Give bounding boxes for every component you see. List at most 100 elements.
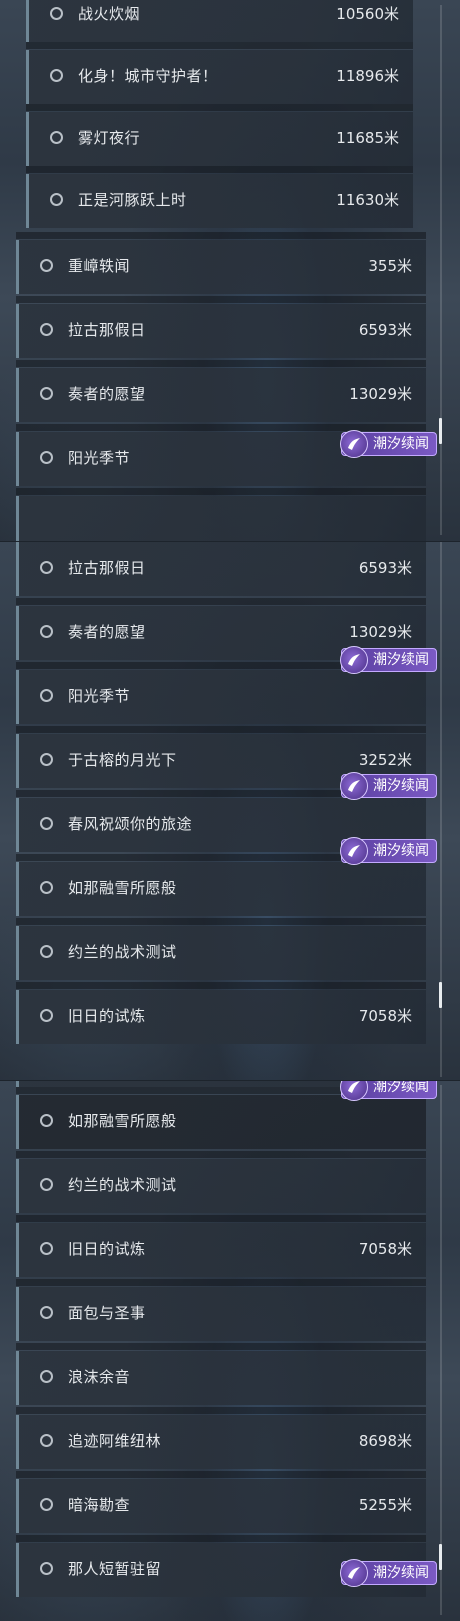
quest-name: 雾灯夜行: [78, 129, 141, 147]
badge-label: 潮汐续闻: [373, 436, 429, 452]
list-item[interactable]: 旧日的试炼 7058米: [16, 990, 426, 1044]
divider: [16, 726, 426, 733]
tidal-badge: 潮汐续闻: [340, 837, 437, 865]
quest-name: 正是河豚跃上时: [78, 191, 187, 209]
list-item[interactable]: 重嶂轶闻 355米: [16, 240, 426, 294]
list-item[interactable]: [16, 496, 426, 541]
quest-name: 奏者的愿望: [68, 385, 146, 403]
scrollbar-thumb[interactable]: [439, 1544, 442, 1570]
list-item[interactable]: 面包与圣事: [16, 1287, 426, 1341]
radio-icon: [40, 1434, 53, 1447]
quest-name: 阳光季节: [68, 687, 131, 705]
badge-label: 潮汐续闻: [373, 652, 429, 668]
divider: [16, 424, 426, 431]
badge-label: 潮汐续闻: [373, 1565, 429, 1581]
quest-distance: 7058米: [358, 1007, 412, 1025]
quest-distance: 5255米: [358, 1496, 412, 1514]
radio-icon: [40, 881, 53, 894]
quest-name: 于古榕的月光下: [68, 751, 177, 769]
badge-label: 潮汐续闻: [373, 843, 429, 859]
quest-list-panel-3: 如那融雪所愿般 约兰的战术测试 旧日的试炼 7058米 面包与圣事 浪沫余音 追…: [0, 1080, 460, 1621]
radio-icon: [40, 753, 53, 766]
quest-name: 战火炊烟: [78, 5, 141, 23]
divider: [16, 918, 426, 925]
radio-icon: [40, 451, 53, 464]
divider: [16, 360, 426, 367]
radio-icon: [40, 945, 53, 958]
tidal-badge-icon: [340, 1559, 368, 1587]
radio-icon: [50, 69, 63, 82]
scrollbar-track[interactable]: [440, 5, 442, 535]
list-item[interactable]: 阳光季节: [16, 670, 426, 724]
list-item[interactable]: 旧日的试炼 7058米: [16, 1223, 426, 1277]
scrollbar-track[interactable]: [440, 1085, 442, 1615]
radio-icon: [40, 625, 53, 638]
quest-name: 重嶂轶闻: [68, 257, 131, 275]
quest-distance: 11630米: [336, 191, 399, 209]
radio-icon: [40, 1370, 53, 1383]
radio-icon: [40, 689, 53, 702]
divider: [16, 296, 426, 303]
divider: [16, 1343, 426, 1350]
radio-icon: [40, 323, 53, 336]
tidal-badge-icon: [340, 1081, 368, 1101]
divider: [16, 1407, 426, 1414]
list-item[interactable]: 战火炊烟 10560米: [26, 0, 413, 42]
tidal-badge-icon: [340, 430, 368, 458]
list-item[interactable]: 浪沫余音: [16, 1351, 426, 1405]
radio-icon: [40, 1562, 53, 1575]
radio-icon: [40, 1498, 53, 1511]
list-item-selected[interactable]: 如那融雪所愿般: [16, 1095, 426, 1149]
divider: [16, 488, 426, 495]
tidal-badge-icon: [340, 646, 368, 674]
list-item[interactable]: 约兰的战术测试: [16, 1159, 426, 1213]
scrollbar-thumb[interactable]: [439, 418, 442, 444]
tidal-badge-icon: [340, 772, 368, 800]
quest-list-panel-2: 拉古那假日 6593米 奏者的愿望 13029米 阳光季节 于古榕的月光下 32…: [0, 541, 460, 1081]
quest-distance: 3252米: [358, 751, 412, 769]
radio-icon: [40, 1009, 53, 1022]
quest-list-panel-1: 战火炊烟 10560米 化身！城市守护者！ 11896米 雾灯夜行 11685米…: [0, 0, 460, 541]
divider: [26, 166, 413, 173]
badge-label: 潮汐续闻: [373, 778, 429, 794]
list-item[interactable]: 约兰的战术测试: [16, 926, 426, 980]
quest-name: 如那融雪所愿般: [68, 1112, 177, 1130]
quest-distance: 13029米: [349, 385, 412, 403]
divider: [16, 982, 426, 989]
divider: [16, 598, 426, 605]
list-item[interactable]: 拉古那假日 6593米: [16, 542, 426, 596]
radio-icon: [40, 259, 53, 272]
list-item[interactable]: 拉古那假日 6593米: [16, 304, 426, 358]
quest-name: 化身！城市守护者！: [78, 67, 218, 85]
divider: [16, 1279, 426, 1286]
quest-name: 旧日的试炼: [68, 1007, 146, 1025]
quest-distance: 7058米: [358, 1240, 412, 1258]
list-item[interactable]: 雾灯夜行 11685米: [26, 112, 413, 166]
list-item[interactable]: 暗海勘查 5255米: [16, 1479, 426, 1533]
quest-distance: 6593米: [358, 321, 412, 339]
list-item[interactable]: 追迹阿维纽林 8698米: [16, 1415, 426, 1469]
tidal-badge: 潮汐续闻: [340, 646, 437, 674]
quest-name: 如那融雪所愿般: [68, 879, 177, 897]
quest-distance: 11685米: [336, 129, 399, 147]
quest-name: 阳光季节: [68, 449, 131, 467]
radio-icon: [50, 131, 63, 144]
divider: [26, 42, 413, 49]
divider: [16, 1215, 426, 1222]
radio-icon: [40, 1242, 53, 1255]
tidal-badge: 潮汐续闻: [340, 1559, 437, 1587]
tidal-badge: 潮汐续闻: [340, 772, 437, 800]
quest-name: 那人短暂驻留: [68, 1560, 162, 1578]
divider: [16, 1535, 426, 1542]
list-item[interactable]: 化身！城市守护者！ 11896米: [26, 50, 413, 104]
radio-icon: [50, 193, 63, 206]
list-item[interactable]: 奏者的愿望 13029米: [16, 368, 426, 422]
list-item[interactable]: 正是河豚跃上时 11630米: [26, 174, 413, 228]
radio-icon: [50, 7, 63, 20]
radio-icon: [40, 561, 53, 574]
radio-icon: [40, 817, 53, 830]
quest-distance: 6593米: [358, 559, 412, 577]
quest-distance: 8698米: [358, 1432, 412, 1450]
list-item[interactable]: 如那融雪所愿般: [16, 862, 426, 916]
scrollbar-thumb[interactable]: [439, 982, 442, 1008]
